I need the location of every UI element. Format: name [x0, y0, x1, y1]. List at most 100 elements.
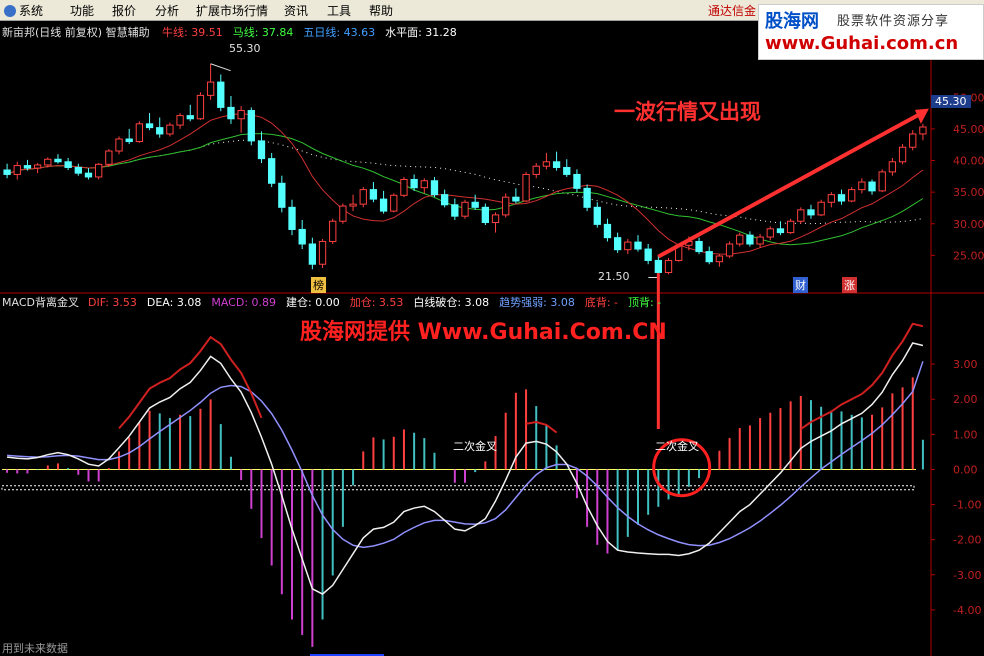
candle-body-12: [125, 138, 133, 143]
candle-body-33: [339, 205, 347, 222]
candle-body-62: [634, 241, 642, 250]
candle-body-75: [766, 228, 774, 238]
menu-quote[interactable]: 报价: [112, 2, 136, 19]
candle-body-63: [644, 248, 652, 261]
candle-body-76: [776, 228, 785, 234]
candle-body-86: [878, 171, 886, 192]
candle-body-37: [379, 198, 388, 212]
watermark-title: 股海网: [765, 11, 819, 32]
candle-body-26: [268, 158, 276, 184]
candle-body-10: [105, 150, 113, 165]
candle-body-42: [430, 180, 439, 196]
price-tick-label-4: 45.00: [953, 123, 984, 136]
current-price-tag: 45.30: [931, 95, 971, 108]
candle-body-83: [848, 189, 856, 202]
menu-system-label[interactable]: 系统: [19, 4, 43, 18]
candle-body-59: [603, 223, 612, 239]
candle-body-49: [502, 196, 510, 216]
watermark-subtitle: 股票软件资源分享: [837, 14, 950, 29]
candle-body-20: [206, 81, 215, 96]
trend-overlay-55: [525, 421, 558, 434]
candle-body-72: [736, 234, 744, 245]
price-indicator-0: 牛线: 39.51: [162, 26, 223, 39]
macd-indicator-8: 顶背: -: [628, 296, 662, 309]
candle-body-1: [13, 165, 21, 175]
menu-analysis[interactable]: 分析: [155, 2, 179, 19]
candle-body-2: [23, 165, 32, 169]
candle-body-21: [217, 81, 225, 108]
candle-body-32: [329, 220, 337, 242]
candle-body-82: [837, 194, 846, 202]
candle-body-36: [369, 189, 378, 200]
candle-body-22: [227, 106, 235, 120]
candle-body-3: [33, 164, 42, 169]
dea-line: [7, 361, 924, 549]
low-price-label: 21.50: [598, 270, 630, 283]
footer-note: 用到未来数据: [2, 642, 68, 655]
macd-tick-label-6: 2.00: [953, 393, 978, 406]
candle-body-55: [563, 166, 571, 175]
candle-body-65: [664, 259, 673, 273]
macd-indicator-4: 加仓: 3.53: [349, 296, 404, 309]
macd-tick-label-4: 0.00: [953, 463, 978, 476]
macd-indicator-6: 趋势强弱: 3.08: [499, 296, 575, 309]
stock-title: 新亩邦(日线 前复权) 智慧辅助: [2, 26, 150, 39]
candle-body-16: [166, 124, 174, 135]
candle-body-44: [451, 204, 459, 217]
price-indicator-2: 五日线: 43.63: [303, 26, 376, 39]
price-indicators: 牛线: 39.51 马线: 37.84 五日线: 43.63 水平面: 31.28: [162, 24, 467, 40]
candle-body-47: [481, 206, 490, 223]
macd-tick-label-3: -1.00: [953, 499, 981, 512]
candle-body-89: [909, 133, 917, 148]
price-tick-label-1: 30.00: [953, 218, 984, 231]
menu-tools[interactable]: 工具: [327, 2, 351, 19]
bang-marker: 榜: [311, 277, 326, 293]
candle-body-51: [522, 173, 530, 202]
candle-body-8: [84, 172, 93, 178]
menu-system[interactable]: 系统: [4, 2, 43, 19]
candle-body-35: [359, 189, 367, 205]
price-tick-label-0: 25.00: [953, 249, 984, 262]
candle-body-84: [858, 181, 866, 191]
candle-body-60: [613, 237, 622, 251]
macd-tick-label-1: -3.00: [953, 569, 981, 582]
candle-body-13: [135, 123, 144, 143]
price-tick-label-3: 40.00: [953, 155, 984, 168]
bull-line: [6, 113, 924, 255]
macd-title: MACD背离金叉: [2, 296, 79, 309]
candle-body-43: [440, 194, 449, 206]
macd-indicator-7: 底背: -: [584, 296, 618, 309]
candle-body-53: [542, 161, 551, 167]
candle-body-71: [725, 243, 734, 257]
second-golden-cross-label: 二次金叉: [453, 440, 497, 453]
candle-body-45: [461, 201, 469, 217]
candle-body-38: [390, 194, 398, 212]
candle-body-46: [471, 201, 479, 208]
macd-tick-label-2: -2.00: [953, 534, 981, 547]
candle-body-48: [491, 214, 500, 223]
watermark-banner: 股海网 股票软件资源分享 www.Guhai.com.cn: [758, 4, 984, 60]
candle-body-79: [807, 209, 815, 216]
candle-body-18: [186, 115, 194, 120]
candle-body-74: [756, 236, 764, 245]
candle-body-41: [420, 180, 428, 189]
menu-news[interactable]: 资讯: [284, 2, 308, 19]
candle-body-77: [786, 220, 795, 234]
candle-body-73: [746, 234, 754, 245]
macd-indicator-1: DEA: 3.08: [146, 296, 202, 309]
menu-extended-market[interactable]: 扩展市场行情: [196, 2, 268, 19]
candle-body-57: [583, 187, 591, 208]
system-icon: [4, 5, 16, 17]
macd-tick-label-0: -4.00: [953, 604, 981, 617]
watermark-url: www.Guhai.com.cn: [765, 33, 959, 54]
candle-body-6: [64, 161, 72, 168]
candle-body-52: [532, 165, 540, 175]
price-indicator-3: 水平面: 31.28: [385, 26, 457, 39]
candle-body-17: [176, 115, 184, 126]
second-golden-cross-label-2: 二次金叉: [655, 440, 699, 453]
candle-body-90: [919, 126, 927, 135]
menu-help[interactable]: 帮助: [369, 2, 393, 19]
menu-function[interactable]: 功能: [70, 2, 94, 19]
candle-body-28: [288, 206, 296, 230]
macd-indicator-5: 白线破仓: 3.08: [413, 296, 490, 309]
